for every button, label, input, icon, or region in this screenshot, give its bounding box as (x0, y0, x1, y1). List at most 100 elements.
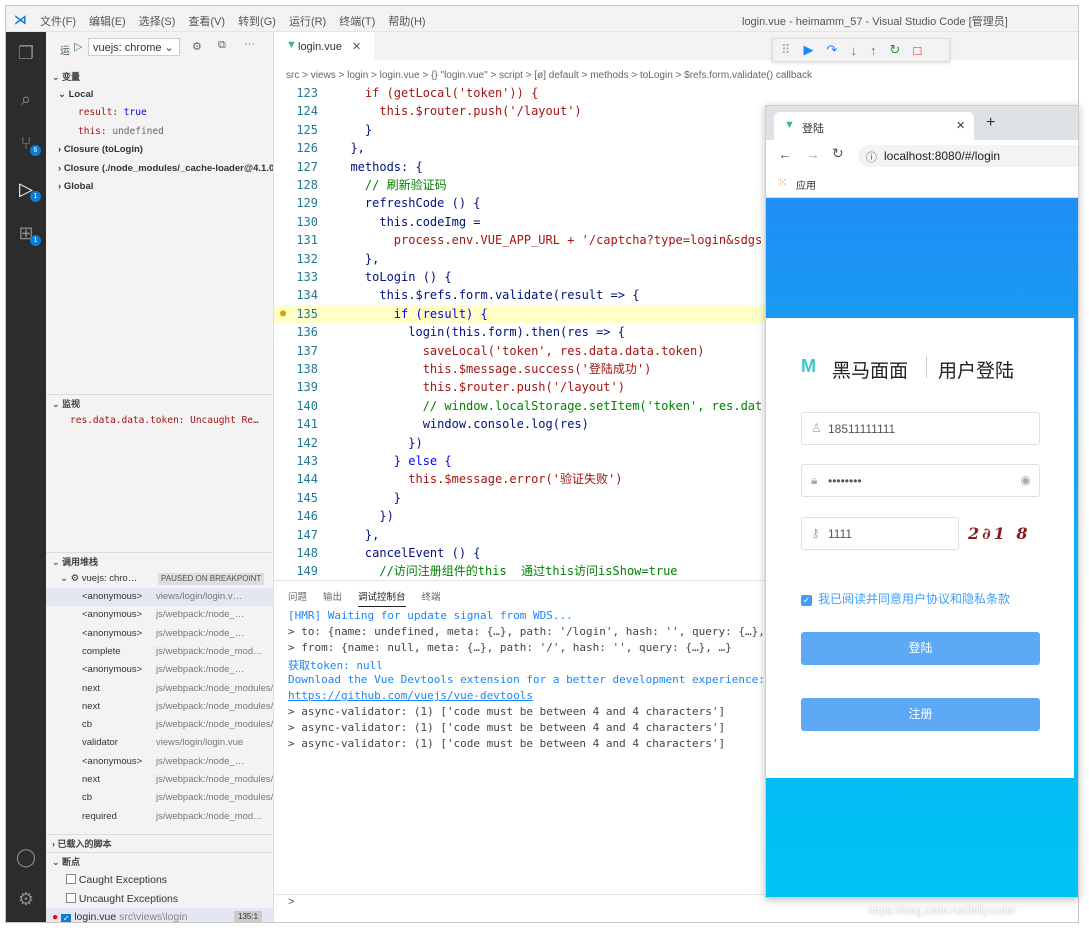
url-field[interactable]: ⓘ localhost:8080/#/login (858, 145, 1078, 167)
source-control-icon[interactable]: ⑂ 6 (15, 132, 41, 156)
code-line[interactable]: 129 refreshCode () { (274, 194, 770, 212)
captcha-input[interactable]: ⚷ 1111 (801, 517, 959, 550)
menu-run[interactable]: 运行(R) (289, 13, 326, 29)
restart-icon[interactable]: ↻ (889, 42, 900, 58)
menu-go[interactable]: 转到(G) (238, 13, 276, 29)
close-icon[interactable]: ✕ (352, 41, 361, 53)
forward-icon[interactable]: → (806, 146, 820, 162)
code-line[interactable]: 131 process.env.VUE_APP_URL + '/captcha?… (274, 231, 770, 249)
call-stack-frame[interactable]: <anonymous> js/webpack:/node_… (46, 753, 273, 771)
code-line[interactable]: 134 this.$refs.form.validate(result => { (274, 286, 770, 304)
menu-help[interactable]: 帮助(H) (388, 13, 425, 29)
explorer-icon[interactable]: ❐ (15, 42, 37, 64)
tab-output[interactable]: 输出 (323, 589, 342, 607)
code-line[interactable]: 148 cancelEvent () { (274, 544, 770, 562)
call-stack-frame[interactable]: <anonymous> js/webpack:/node_… (46, 606, 273, 624)
step-over-icon[interactable]: ↷ (827, 42, 838, 58)
call-stack-frame[interactable]: <anonymous> views/login/login.v… (46, 588, 273, 606)
console-input[interactable]: > (274, 894, 770, 910)
code-line[interactable]: 126 }, (274, 139, 770, 157)
call-stack-frame[interactable]: <anonymous> js/webpack:/node_… (46, 661, 273, 679)
variable-row[interactable]: result: true (46, 104, 273, 122)
code-line[interactable]: 123 if (getLocal('token')) { (274, 84, 770, 102)
code-view[interactable]: 123 if (getLocal('token')) {124 this.$ro… (274, 84, 770, 578)
start-debug-icon[interactable]: ▷ (74, 40, 82, 53)
closure-scope[interactable]: › Closure (./node_modules/_cache-loader@… (46, 160, 273, 178)
code-line[interactable]: 147 }, (274, 526, 770, 544)
continue-icon[interactable]: ▶ (804, 42, 814, 58)
tab-problems[interactable]: 问题 (288, 589, 307, 607)
step-into-icon[interactable]: ↓ (850, 43, 857, 58)
call-stack-frame[interactable]: next js/webpack:/node_modules/… (46, 771, 273, 789)
debug-config-select[interactable]: vuejs: chrome ⌄ (88, 38, 180, 56)
code-line[interactable]: 133 toLogin () { (274, 268, 770, 286)
code-line[interactable]: 124 this.$router.push('/layout') (274, 102, 770, 120)
call-stack-frame[interactable]: cb js/webpack:/node_modules/_a… (46, 789, 273, 807)
tab-terminal[interactable]: 终端 (422, 589, 441, 607)
menu-terminal[interactable]: 终端(T) (339, 13, 375, 29)
register-button[interactable]: 注册 (801, 698, 1040, 731)
checked-checkbox-icon[interactable]: ✓ (61, 914, 72, 922)
new-tab-icon[interactable]: + (986, 114, 995, 132)
menu-view[interactable]: 查看(V) (188, 13, 225, 29)
account-icon[interactable]: ◯ (15, 846, 37, 868)
extensions-icon[interactable]: ⊞ 1 (15, 222, 41, 246)
variable-row[interactable]: this: undefined (46, 123, 273, 141)
tab-login-vue[interactable]: ▼ login.vue ✕ (274, 32, 374, 60)
close-tab-icon[interactable]: ✕ (956, 119, 965, 132)
code-line[interactable]: 125 } (274, 121, 770, 139)
captcha-image[interactable]: 2∂1 8 (962, 517, 1040, 550)
gear-icon[interactable]: ⚙ (192, 40, 202, 53)
eye-icon[interactable]: ◉ (1021, 473, 1031, 487)
bp-caught-exceptions[interactable]: Caught Exceptions (46, 871, 273, 889)
code-line[interactable]: 143 } else { (274, 452, 770, 470)
debug-session[interactable]: ⌄ ⚙ vuejs: chro… PAUSED ON BREAKPOINT (46, 570, 273, 588)
code-line[interactable]: 145 } (274, 489, 770, 507)
call-stack-frame[interactable]: next js/webpack:/node_modules/… (46, 680, 273, 698)
breakpoints-header[interactable]: ⌄ 断点 (46, 852, 273, 870)
code-line[interactable]: 139 this.$router.push('/layout') (274, 378, 770, 396)
drag-handle-icon[interactable]: ⠿ (781, 42, 791, 58)
debug-console-icon[interactable]: ⧉ (218, 39, 226, 52)
search-icon[interactable]: ⌕ (15, 88, 37, 110)
bp-file-item[interactable]: ● ✓ login.vue src\views\login 135:1 (46, 908, 273, 922)
code-line[interactable]: 137 saveLocal('token', res.data.data.tok… (274, 342, 770, 360)
phone-input[interactable]: ♙ 18511111111 (801, 412, 1040, 445)
watch-item[interactable]: res.data.data.token: Uncaught Re… (46, 412, 273, 430)
bookmark-apps[interactable]: 应用 (796, 181, 816, 192)
code-line[interactable]: 141 window.console.log(res) (274, 415, 770, 433)
bp-uncaught-exceptions[interactable]: Uncaught Exceptions (46, 890, 273, 908)
code-line[interactable]: 138 this.$message.success('登陆成功') (274, 360, 770, 378)
call-stack-frame[interactable]: cb js/webpack:/node_modules/_a… (46, 716, 273, 734)
more-actions-icon[interactable]: ··· (244, 38, 255, 50)
checkbox[interactable] (66, 874, 76, 884)
code-line[interactable]: 127 methods: { (274, 158, 770, 176)
global-scope[interactable]: › Global (46, 178, 273, 196)
stop-icon[interactable]: □ (913, 43, 921, 58)
variables-header[interactable]: ⌄ 变量 (46, 68, 273, 86)
breadcrumb[interactable]: src > views > login > login.vue > {} "lo… (286, 70, 812, 81)
watch-header[interactable]: ⌄ 监视 (46, 394, 273, 412)
breakpoint-current-icon[interactable]: ● (280, 305, 286, 323)
checkbox[interactable] (66, 893, 76, 903)
tab-debug-console[interactable]: 调试控制台 (358, 589, 406, 607)
back-icon[interactable]: ← (778, 146, 792, 162)
code-line[interactable]: 135 if (result) {● (274, 304, 770, 324)
loaded-scripts-header[interactable]: › 已载入的脚本 (46, 834, 273, 852)
code-line[interactable]: 128 // 刷新验证码 (274, 176, 770, 194)
apps-grid-icon[interactable]: ⁙ (778, 176, 787, 189)
call-stack-frame[interactable]: required js/webpack:/node_mod… (46, 808, 273, 826)
menu-file[interactable]: 文件(F) (40, 13, 76, 29)
call-stack-frame[interactable]: validator views/login/login.vue (46, 734, 273, 752)
local-scope[interactable]: ⌄ Local (46, 86, 273, 104)
code-line[interactable]: 144 this.$message.error('验证失败') (274, 470, 770, 488)
code-line[interactable]: 140 // window.localStorage.setItem('toke… (274, 397, 770, 415)
menu-edit[interactable]: 编辑(E) (89, 13, 126, 29)
closure-scope[interactable]: › Closure (toLogin) (46, 141, 273, 159)
password-input[interactable]: 🔒︎ •••••••• ◉ (801, 464, 1040, 497)
reload-icon[interactable]: ↻ (832, 145, 844, 162)
call-stack-frame[interactable]: <anonymous> js/webpack:/node_… (46, 625, 273, 643)
callstack-header[interactable]: ⌄ 调用堆栈 (46, 552, 273, 570)
browser-tab[interactable]: ▼ 登陆 ✕ (774, 112, 974, 140)
code-line[interactable]: 132 }, (274, 250, 770, 268)
